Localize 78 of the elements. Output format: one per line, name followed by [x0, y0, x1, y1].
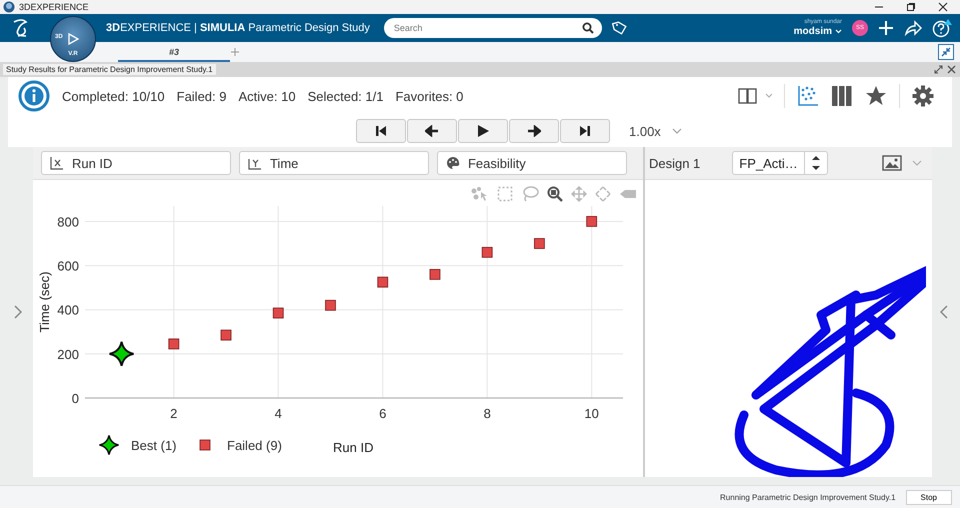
- x-tick-label: 6: [379, 406, 386, 421]
- layout-icon[interactable]: [738, 88, 772, 104]
- y-axis-title: Time (sec): [36, 272, 52, 332]
- scatter-view-button[interactable]: [797, 85, 819, 107]
- close-panel-icon[interactable]: [947, 65, 956, 74]
- y-tick-label: 200: [57, 346, 79, 362]
- design-spinner[interactable]: FP_Acti…: [732, 151, 828, 175]
- panel-tab[interactable]: Study Results for Parametric Design Improvement Study.1: [3, 64, 216, 75]
- x-tick-label: 2: [170, 406, 178, 421]
- chevron-left-icon[interactable]: [940, 305, 948, 319]
- palette-icon: [446, 156, 460, 170]
- y-tick-label: 0: [72, 391, 79, 406]
- legend-label[interactable]: Best (1): [130, 438, 176, 453]
- status-count: Failed: 9: [176, 88, 226, 104]
- x-tick-label: 10: [584, 406, 599, 421]
- data-point[interactable]: [168, 338, 180, 350]
- last-button[interactable]: [560, 119, 610, 143]
- y-axis-icon: [248, 156, 262, 170]
- expand-icon[interactable]: [934, 65, 943, 74]
- favorites-button[interactable]: [865, 85, 887, 107]
- columns-view-button[interactable]: [831, 85, 853, 107]
- add-icon[interactable]: [878, 20, 894, 36]
- status-count: Completed: 10/10: [62, 88, 165, 104]
- data-point[interactable]: [482, 246, 493, 258]
- settings-icon[interactable]: [912, 85, 934, 107]
- data-point[interactable]: [586, 216, 598, 227]
- info-icon: [18, 80, 50, 112]
- next-button[interactable]: [509, 119, 559, 143]
- status-message: Running Parametric Design Improvement Study.1: [720, 492, 896, 502]
- status-count: Active: 10: [238, 88, 296, 104]
- speed-dropdown[interactable]: 1.00x: [629, 124, 661, 138]
- collapse-icon[interactable]: [938, 44, 954, 60]
- data-point[interactable]: [377, 276, 388, 288]
- field-value: Time: [270, 156, 298, 170]
- legend-label[interactable]: Failed (9): [226, 438, 282, 453]
- y-axis-field[interactable]: Time: [238, 151, 429, 175]
- add-tab-icon[interactable]: [230, 47, 240, 57]
- arrow-left-icon[interactable]: [425, 125, 439, 137]
- close-icon[interactable]: [938, 2, 948, 12]
- x-axis-title: Run ID: [332, 440, 374, 455]
- y-tick-label: 800: [57, 214, 79, 230]
- chevron-right-icon[interactable]: [14, 305, 22, 319]
- app-logo-icon: [3, 1, 15, 13]
- status-count: Selected: 1/1: [308, 88, 384, 104]
- search-icon[interactable]: [582, 22, 594, 34]
- help-icon[interactable]: [932, 18, 952, 38]
- first-button[interactable]: [356, 119, 406, 143]
- field-value: Feasibility: [468, 156, 526, 170]
- data-point[interactable]: [108, 340, 135, 367]
- x-axis-field[interactable]: Run ID: [40, 151, 231, 175]
- share-icon[interactable]: [904, 20, 922, 36]
- play-button[interactable]: [458, 119, 508, 143]
- field-value: Run ID: [72, 156, 112, 170]
- stop-button[interactable]: Stop: [906, 490, 952, 504]
- zoom-icon[interactable]: [546, 186, 563, 202]
- window-title: 3DEXPERIENCE: [19, 2, 89, 12]
- previous-button[interactable]: [407, 119, 457, 143]
- tenant-dropdown[interactable]: modsim: [794, 27, 832, 37]
- skip-end-icon[interactable]: [579, 125, 591, 137]
- tag-icon[interactable]: [612, 20, 628, 36]
- up-down-arrows-icon[interactable]: [810, 153, 821, 173]
- search-field[interactable]: Search: [384, 18, 602, 38]
- data-point[interactable]: [272, 308, 284, 318]
- x-tick-label: 8: [484, 406, 491, 421]
- status-count: Favorites: 0: [395, 88, 464, 104]
- color-field[interactable]: Feasibility: [436, 151, 627, 175]
- y-tick-label: 600: [57, 258, 79, 274]
- skip-start-icon[interactable]: [375, 125, 387, 137]
- x-axis-icon: [50, 156, 64, 170]
- arrow-right-icon[interactable]: [527, 125, 541, 137]
- image-icon[interactable]: [882, 155, 902, 171]
- data-point[interactable]: [325, 300, 336, 311]
- play-icon[interactable]: [477, 125, 489, 137]
- restore-icon[interactable]: [906, 2, 916, 12]
- x-tick-label: 4: [274, 406, 282, 421]
- y-tick-label: 400: [57, 302, 79, 318]
- app-title: 3DEXPERIENCE | SIMULIA Parametric Design Study: [106, 22, 370, 34]
- design-label: Design 1: [648, 156, 700, 170]
